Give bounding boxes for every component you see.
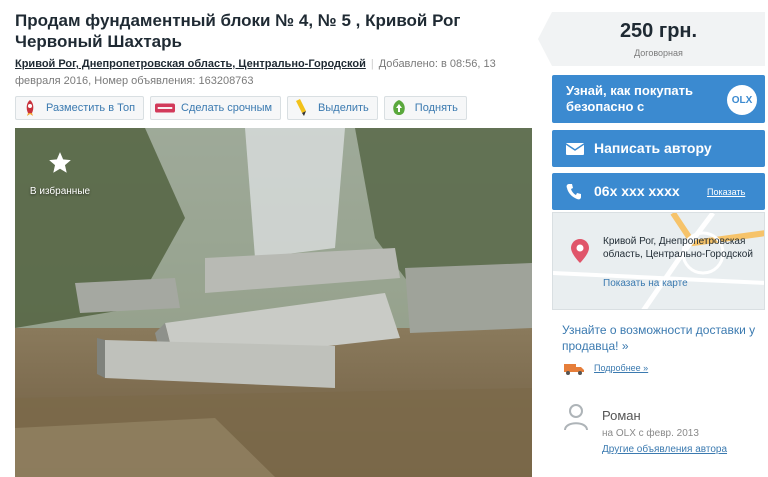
promo-actions: Разместить в Топ Сделать срочным Выделит… bbox=[15, 96, 467, 120]
meta-separator: | bbox=[370, 58, 374, 70]
show-phone-link[interactable]: Показать bbox=[707, 187, 745, 197]
favorite-label: В избранные bbox=[29, 186, 91, 197]
message-author-button[interactable]: Написать автору bbox=[552, 130, 765, 167]
safe-buy-button[interactable]: Узнай, как покупать безопасно с OLX bbox=[552, 75, 765, 123]
map-address: Кривой Рог, Днепропетровская область, Це… bbox=[603, 236, 753, 260]
listing-title: Продам фундаментный блоки № 4, № 5 , Кри… bbox=[15, 11, 461, 51]
olx-logo: OLX bbox=[727, 85, 757, 115]
show-on-map-link[interactable]: Показать на карте bbox=[603, 278, 688, 289]
phone-button[interactable]: 06x xxx xxxx Показать bbox=[552, 173, 765, 210]
price-negotiable: Договорная bbox=[634, 48, 683, 58]
location-map[interactable]: Кривой Рог, Днепропетровская область, Це… bbox=[552, 212, 765, 310]
urgent-button-label: Сделать срочным bbox=[181, 102, 273, 114]
map-pin-icon bbox=[571, 239, 589, 263]
price-amount: 250 грн. bbox=[619, 20, 698, 42]
phone-number: 06x xxx xxxx bbox=[594, 183, 680, 199]
listing-photo[interactable]: В избранные bbox=[15, 128, 532, 477]
bump-button[interactable]: Поднять bbox=[383, 96, 467, 120]
delivery-more-link[interactable]: Подробнее » bbox=[594, 363, 648, 373]
favorite-toggle[interactable]: В избранные bbox=[15, 128, 105, 218]
highlight-button[interactable]: Выделить bbox=[287, 96, 378, 120]
star-icon bbox=[49, 152, 71, 173]
urgent-button[interactable]: Сделать срочным bbox=[150, 96, 282, 120]
safe-buy-label: Узнай, как покупать безопасно с bbox=[566, 83, 694, 114]
delivery-link[interactable]: Узнайте о возможности доставки у продавц… bbox=[562, 322, 762, 354]
rocket-icon bbox=[20, 98, 40, 118]
highlight-button-label: Выделить bbox=[318, 102, 369, 114]
phone-icon bbox=[566, 184, 581, 200]
delivery-truck-icon bbox=[564, 364, 584, 375]
top-button-label: Разместить в Топ bbox=[46, 102, 136, 114]
up-arrow-icon bbox=[389, 98, 409, 118]
listing-meta: Кривой Рог, Днепропетровская область, Це… bbox=[15, 56, 535, 90]
location-link[interactable]: Кривой Рог, Днепропетровская область, Це… bbox=[15, 58, 366, 70]
bump-button-label: Поднять bbox=[414, 102, 458, 114]
urgent-tag-icon bbox=[155, 98, 176, 118]
seller-name: Роман bbox=[602, 408, 641, 423]
envelope-icon bbox=[566, 143, 584, 155]
highlighter-icon bbox=[292, 98, 312, 118]
other-ads-link[interactable]: Другие объявления автора bbox=[602, 444, 727, 455]
message-author-label: Написать автору bbox=[594, 140, 712, 156]
top-button[interactable]: Разместить в Топ bbox=[15, 96, 145, 120]
seller-since: на OLX с февр. 2013 bbox=[602, 428, 699, 439]
user-avatar-icon bbox=[564, 404, 588, 431]
price-box: 250 грн. Договорная bbox=[538, 12, 765, 66]
